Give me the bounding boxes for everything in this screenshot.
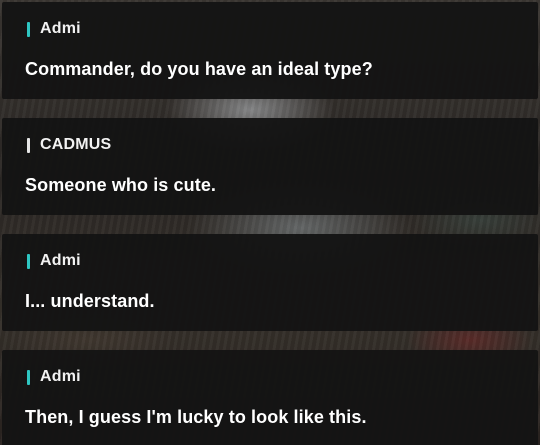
dialogue-entry: CADMUS Someone who is cute.	[2, 118, 538, 215]
speaker-name: Admi	[40, 20, 81, 37]
speaker-tag: Admi	[27, 367, 81, 387]
dialogue-text: Commander, do you have an ideal type?	[25, 59, 373, 79]
speaker-name: CADMUS	[40, 136, 112, 153]
dialogue-log[interactable]: Admi Commander, do you have an ideal typ…	[0, 0, 540, 445]
dialogue-entry: Admi Then, I guess I'm lucky to look lik…	[2, 350, 538, 445]
dialogue-text: I... understand.	[25, 291, 155, 311]
speaker-tag: CADMUS	[27, 135, 111, 155]
speaker-accent-bar	[27, 253, 30, 269]
speaker-accent-bar	[27, 137, 30, 153]
speaker-name: Admi	[40, 368, 81, 385]
dialogue-entry: Admi I... understand.	[2, 234, 538, 331]
dialogue-text: Someone who is cute.	[25, 175, 217, 195]
dialogue-text: Then, I guess I'm lucky to look like thi…	[25, 407, 367, 427]
speaker-tag: Admi	[27, 251, 81, 271]
speaker-name: Admi	[40, 252, 81, 269]
speaker-accent-bar	[27, 369, 30, 385]
speaker-accent-bar	[27, 21, 30, 37]
speaker-tag: Admi	[27, 19, 81, 39]
dialogue-entry: Admi Commander, do you have an ideal typ…	[2, 2, 538, 99]
